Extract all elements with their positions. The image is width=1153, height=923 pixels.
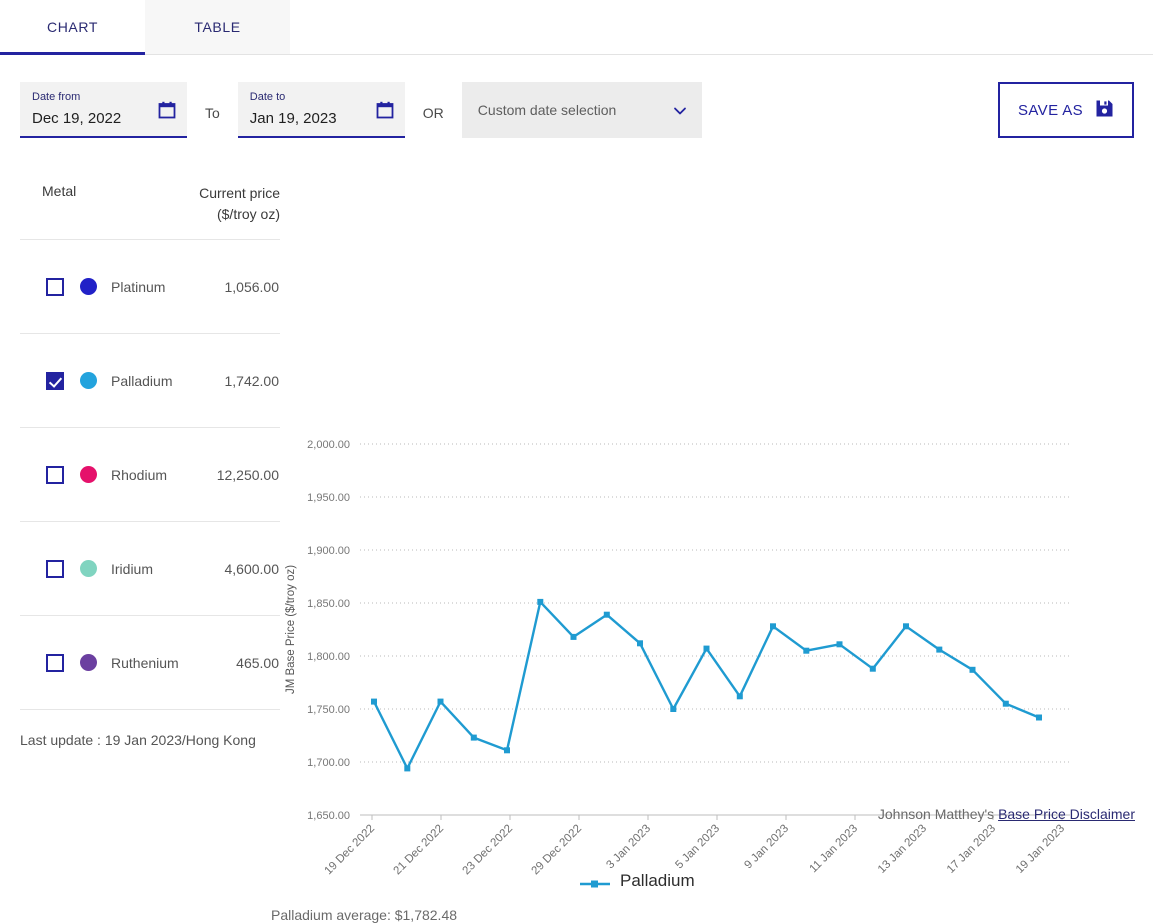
metal-checkbox-palladium[interactable] — [46, 372, 64, 390]
metal-name: Platinum — [111, 279, 225, 295]
metal-price: 465.00 — [236, 655, 280, 671]
date-to-value: Jan 19, 2023 — [250, 106, 393, 132]
svg-text:1,900.00: 1,900.00 — [307, 545, 350, 557]
chart-legend: Palladium — [580, 871, 695, 891]
svg-text:11 Jan 2023: 11 Jan 2023 — [807, 823, 860, 876]
svg-text:17 Jan 2023: 17 Jan 2023 — [945, 823, 998, 876]
svg-text:9 Jan 2023: 9 Jan 2023 — [742, 823, 791, 872]
metal-color-dot — [80, 466, 97, 483]
metal-price: 4,600.00 — [225, 561, 281, 577]
date-from-value: Dec 19, 2022 — [32, 106, 175, 132]
tab-table[interactable]: TABLE — [145, 0, 290, 54]
footer-prefix: Johnson Matthey's — [878, 806, 994, 822]
calendar-icon[interactable] — [376, 101, 394, 119]
metal-color-dot — [80, 560, 97, 577]
metals-sidebar: Metal Current price ($/troy oz) Platinum… — [20, 165, 280, 899]
metals-list: Platinum1,056.00Palladium1,742.00Rhodium… — [20, 240, 280, 710]
metal-checkbox-rhodium[interactable] — [46, 466, 64, 484]
svg-text:1,850.00: 1,850.00 — [307, 598, 350, 610]
svg-text:19 Dec 2022: 19 Dec 2022 — [323, 823, 378, 878]
legend-label-palladium: Palladium — [620, 871, 695, 891]
svg-text:1,800.00: 1,800.00 — [307, 651, 350, 663]
tab-table-label: TABLE — [194, 19, 240, 35]
svg-text:2,000.00: 2,000.00 — [307, 439, 350, 451]
table-row[interactable]: Palladium1,742.00 — [20, 334, 280, 428]
calendar-icon[interactable] — [158, 101, 176, 119]
base-price-disclaimer-link[interactable]: Base Price Disclaimer — [998, 806, 1135, 822]
date-to-label: Date to — [250, 90, 393, 104]
metal-name: Rhodium — [111, 467, 217, 483]
svg-text:1,750.00: 1,750.00 — [307, 704, 350, 716]
svg-text:23 Dec 2022: 23 Dec 2022 — [461, 823, 516, 878]
custom-date-selection-value: Custom date selection — [478, 102, 617, 118]
tab-chart-label: CHART — [47, 19, 98, 35]
last-update-text: Last update : 19 Jan 2023/Hong Kong — [20, 710, 280, 748]
svg-text:19 Jan 2023: 19 Jan 2023 — [1014, 823, 1067, 876]
metal-color-dot — [80, 372, 97, 389]
main-content: Metal Current price ($/troy oz) Platinum… — [0, 165, 1153, 899]
price-line-chart: 1,650.00 1,700.00 1,750.00 1,800.00 1,850.00… — [280, 179, 1140, 899]
metal-color-dot — [80, 278, 97, 295]
chart-panel: 1,650.00 1,700.00 1,750.00 1,800.00 1,850.00… — [280, 165, 1153, 899]
svg-text:1,950.00: 1,950.00 — [307, 492, 350, 504]
metal-checkbox-platinum[interactable] — [46, 278, 64, 296]
footer-note: Johnson Matthey's Base Price Disclaimer — [878, 806, 1135, 822]
svg-text:21 Dec 2022: 21 Dec 2022 — [392, 823, 447, 878]
price-column-header-line1: Current price — [199, 183, 280, 204]
table-row[interactable]: Rhodium12,250.00 — [20, 428, 280, 522]
metals-table-header: Metal Current price ($/troy oz) — [20, 165, 280, 240]
metal-price: 1,056.00 — [225, 279, 281, 295]
legend-marker-palladium — [580, 875, 610, 887]
svg-text:1,700.00: 1,700.00 — [307, 757, 350, 769]
metal-name: Ruthenium — [111, 655, 236, 671]
chevron-down-icon — [672, 103, 686, 117]
save-as-button[interactable]: SAVE AS — [998, 82, 1134, 138]
price-column-header: Current price ($/troy oz) — [199, 183, 280, 225]
custom-date-selection-dropdown[interactable]: Custom date selection — [462, 82, 702, 138]
date-to-field[interactable]: Date to Jan 19, 2023 — [238, 82, 405, 138]
price-column-header-line2: ($/troy oz) — [199, 204, 280, 225]
metal-checkbox-ruthenium[interactable] — [46, 654, 64, 672]
svg-text:1,650.00: 1,650.00 — [307, 810, 350, 822]
average-text: Palladium average: $1,782.48 — [271, 907, 457, 923]
metal-name: Iridium — [111, 561, 225, 577]
metal-name: Palladium — [111, 373, 225, 389]
save-disk-icon — [1095, 99, 1114, 122]
svg-text:JM Base Price ($/troy oz): JM Base Price ($/troy oz) — [285, 565, 297, 694]
tab-chart[interactable]: CHART — [0, 0, 145, 54]
controls-bar: Date from Dec 19, 2022 To Date to Jan 19… — [0, 55, 1153, 165]
svg-text:5 Jan 2023: 5 Jan 2023 — [673, 823, 722, 872]
to-label: To — [205, 99, 220, 121]
svg-text:3 Jan 2023: 3 Jan 2023 — [604, 823, 653, 872]
table-row[interactable]: Iridium4,600.00 — [20, 522, 280, 616]
metal-price: 12,250.00 — [217, 467, 280, 483]
save-as-label: SAVE AS — [1018, 102, 1083, 119]
date-from-label: Date from — [32, 90, 175, 104]
table-row[interactable]: Ruthenium465.00 — [20, 616, 280, 710]
date-from-field[interactable]: Date from Dec 19, 2022 — [20, 82, 187, 138]
table-row[interactable]: Platinum1,056.00 — [20, 240, 280, 334]
svg-text:13 Jan 2023: 13 Jan 2023 — [876, 823, 929, 876]
metal-color-dot — [80, 654, 97, 671]
metal-column-header: Metal — [20, 183, 76, 225]
svg-text:29 Dec 2022: 29 Dec 2022 — [530, 823, 585, 878]
or-label: OR — [423, 99, 444, 121]
metal-price: 1,742.00 — [225, 373, 281, 389]
metal-checkbox-iridium[interactable] — [46, 560, 64, 578]
tab-bar: CHART TABLE — [0, 0, 1153, 55]
